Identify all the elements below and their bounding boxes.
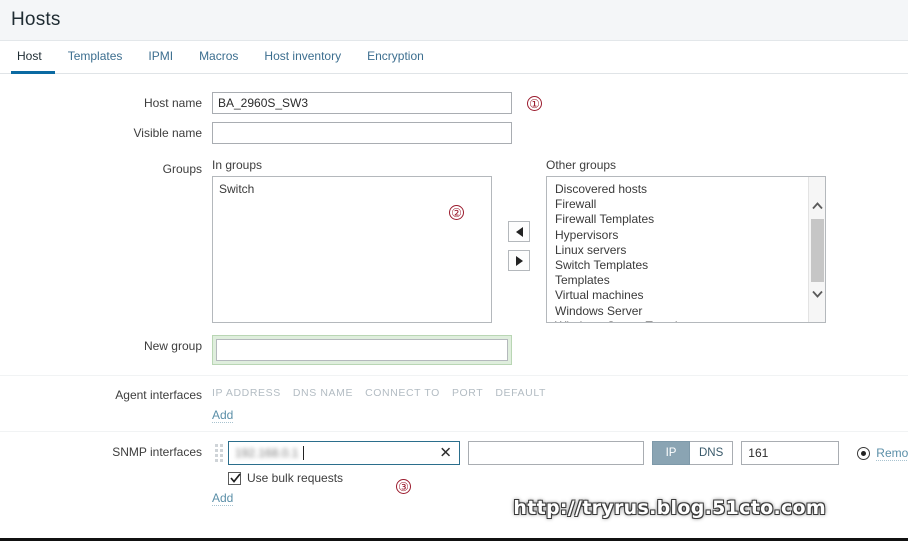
annotation-marker-1: ①: [527, 96, 542, 111]
triangle-left-icon: [515, 226, 523, 237]
new-group-highlight: [212, 335, 512, 365]
agent-interfaces-add-link[interactable]: Add: [212, 408, 234, 423]
agent-interfaces-columns: IP ADDRESS DNS NAME CONNECT TO PORT DEFAULT: [212, 384, 908, 402]
column-port: PORT: [451, 387, 484, 399]
page-title: Hosts: [11, 9, 61, 30]
list-item[interactable]: Switch Templates: [547, 258, 825, 273]
row-agent-interfaces: Agent interfaces IP ADDRESS DNS NAME CONNE…: [0, 376, 908, 432]
column-default: DEFAULT: [495, 387, 547, 399]
tab-templates[interactable]: Templates: [55, 50, 136, 74]
snmp-remove-link[interactable]: Remove: [876, 446, 908, 461]
other-groups-scrollbar[interactable]: [808, 177, 825, 322]
list-item[interactable]: Virtual machines: [547, 288, 825, 303]
list-item[interactable]: Discovered hosts: [547, 182, 825, 197]
annotation-marker-2: ②: [449, 205, 464, 220]
scroll-up-icon[interactable]: [809, 197, 825, 214]
annotation-marker-3: ③: [396, 479, 411, 494]
new-group-input[interactable]: [216, 339, 508, 361]
host-name-label: Host name: [143, 96, 202, 110]
snmp-default-radio[interactable]: [857, 446, 871, 460]
column-dns-name: DNS NAME: [292, 387, 354, 399]
list-item[interactable]: Templates: [547, 273, 825, 288]
column-ip-address: IP ADDRESS: [212, 387, 281, 399]
in-groups-label: In groups: [212, 158, 263, 172]
new-group-label: New group: [143, 339, 202, 353]
groups-headers: In groups Other groups: [212, 158, 908, 172]
scrollbar-thumb[interactable]: [811, 219, 824, 282]
list-item[interactable]: Firewall: [547, 197, 825, 212]
snmp-interface-entry: 192.168.0.1 ✕ IP DNS 161 Remove: [212, 441, 908, 465]
row-new-group: New group: [0, 327, 908, 376]
in-groups-listbox[interactable]: Switch: [212, 176, 492, 323]
snmp-interfaces-label: SNMP interfaces: [112, 445, 202, 459]
agent-interfaces-label: Agent interfaces: [115, 388, 202, 402]
tab-ipmi[interactable]: IPMI: [135, 50, 186, 74]
host-name-input[interactable]: [212, 92, 512, 114]
column-connect-to: CONNECT TO: [365, 387, 440, 399]
tab-encryption[interactable]: Encryption: [354, 50, 437, 74]
list-item[interactable]: Linux servers: [547, 243, 825, 258]
visible-name-input[interactable]: [212, 122, 512, 144]
list-item[interactable]: Windows Server: [547, 304, 825, 319]
list-item[interactable]: Switch: [213, 182, 491, 197]
row-snmp-interfaces: SNMP interfaces 192.168.0.1 ✕ IP DNS 161: [0, 432, 908, 510]
list-item[interactable]: Windows Server Templates: [547, 319, 825, 322]
move-left-button[interactable]: [508, 221, 530, 242]
scroll-down-icon[interactable]: [809, 285, 825, 302]
connect-to-toggle: IP DNS: [652, 441, 734, 465]
snmp-ip-address-value: 192.168.0.1: [235, 446, 299, 460]
row-visible-name: Visible name: [0, 118, 908, 148]
bulk-requests-label: Use bulk requests: [247, 471, 344, 485]
snmp-ip-address-input[interactable]: 192.168.0.1 ✕: [228, 441, 460, 465]
snmp-dns-name-input[interactable]: [468, 441, 644, 465]
connect-to-ip-option[interactable]: IP: [652, 441, 690, 465]
move-right-button[interactable]: [508, 250, 530, 271]
triangle-right-icon: [515, 255, 523, 266]
text-caret: [303, 446, 305, 460]
other-groups-label: Other groups: [546, 158, 617, 172]
other-groups-listbox[interactable]: Discovered hosts Firewall Firewall Templ…: [546, 176, 826, 323]
tab-host[interactable]: Host: [11, 50, 55, 74]
connect-to-dns-option[interactable]: DNS: [690, 441, 734, 465]
tab-macros[interactable]: Macros: [186, 50, 251, 74]
row-groups: Groups In groups Other groups Switch Dis…: [0, 148, 908, 327]
tab-bar: Host Templates IPMI Macros Host inventor…: [0, 41, 908, 74]
page-header: Hosts: [0, 0, 908, 41]
list-item[interactable]: Firewall Templates: [547, 212, 825, 227]
host-form: Host name Visible name Groups In groups …: [0, 74, 908, 510]
snmp-port-input[interactable]: 161: [741, 441, 840, 465]
drag-handle-icon[interactable]: [212, 442, 225, 464]
groups-label: Groups: [162, 162, 202, 176]
group-move-buttons: [492, 176, 546, 271]
row-host-name: Host name: [0, 88, 908, 118]
snmp-interfaces-add-link[interactable]: Add: [212, 491, 234, 506]
tab-host-inventory[interactable]: Host inventory: [251, 50, 354, 74]
visible-name-label: Visible name: [133, 126, 202, 140]
bulk-requests-row: Use bulk requests: [228, 471, 908, 485]
close-x-icon[interactable]: ✕: [439, 446, 452, 461]
list-item[interactable]: Hypervisors: [547, 228, 825, 243]
bulk-requests-checkbox[interactable]: [228, 471, 241, 485]
